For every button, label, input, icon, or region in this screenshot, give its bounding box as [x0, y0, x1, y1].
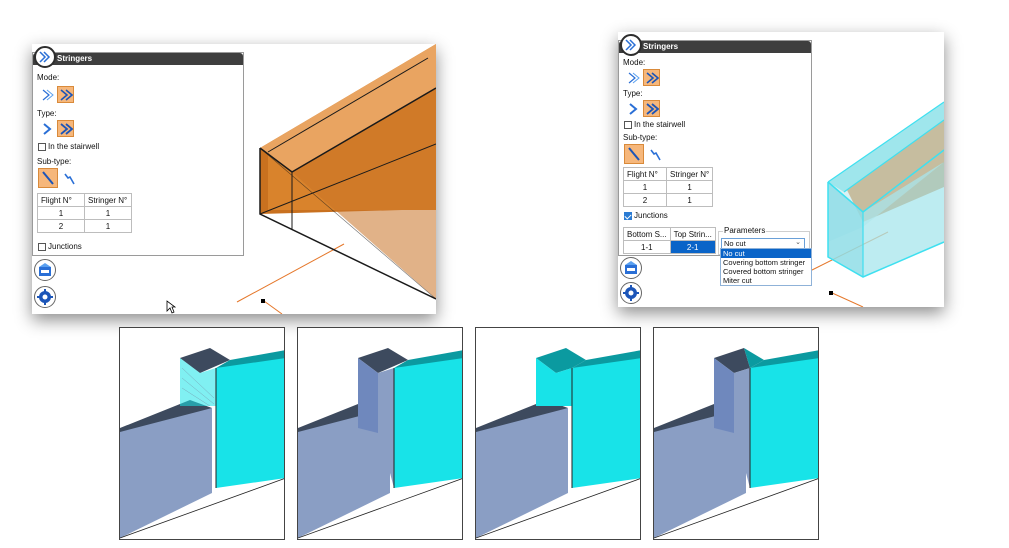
panel-title: Stringers: [33, 53, 243, 65]
table-row[interactable]: 2 1: [623, 193, 714, 207]
column-header-top-stringer: Top Strin...: [669, 227, 716, 241]
junctions-label: Junctions: [634, 211, 668, 220]
stairwell-label: In the stairwell: [634, 120, 686, 129]
stairwell-label: In the stairwell: [48, 142, 100, 151]
subtype-option-2-button[interactable]: [60, 170, 77, 187]
table-cell[interactable]: 1: [84, 206, 132, 220]
chevron-down-icon[interactable]: ⌄: [795, 238, 801, 246]
mode-icon: [59, 88, 73, 101]
left-screenshot: Stringers Mode: Type: In the stairwell S…: [32, 44, 436, 314]
view-button[interactable]: [34, 259, 56, 281]
subtype-icon: [628, 147, 640, 161]
view-icon: [39, 263, 51, 276]
flight-table: Flight N° Stringer N° 1 1 2 1: [37, 193, 132, 233]
type-option-1-button[interactable]: [38, 120, 55, 137]
cursor-icon: [166, 300, 176, 314]
subtype-label: Sub-type:: [623, 133, 658, 142]
type-icon: [42, 122, 52, 135]
stringers-panel: Stringers Mode: Type: In the stairwell S…: [618, 40, 812, 256]
right-screenshot: Stringers Mode: Type: In the stairwell S…: [618, 32, 944, 307]
junction-covered-image: [475, 327, 641, 540]
junction-miter-image: [653, 327, 819, 540]
gear-icon: [623, 285, 639, 301]
junctions-table: Bottom S... Top Strin... 1-1 2-1: [623, 227, 716, 254]
table-header-row: Flight N° Stringer N°: [37, 193, 132, 207]
table-cell[interactable]: 1: [665, 193, 714, 207]
dropdown-option[interactable]: Miter cut: [721, 276, 811, 285]
table-cell[interactable]: 2-1: [669, 240, 716, 254]
stairwell-checkbox[interactable]: [38, 143, 46, 151]
view-icon: [625, 261, 637, 274]
type-option-1-button[interactable]: [624, 100, 641, 117]
mode-icon: [628, 72, 640, 83]
mode-label: Mode:: [37, 73, 60, 82]
junction-no-cut-image: [119, 327, 285, 540]
parameters-label: Parameters: [723, 226, 767, 236]
column-header-flight: Flight N°: [623, 167, 667, 181]
stairwell-checkbox[interactable]: [624, 121, 632, 129]
junctions-checkbox[interactable]: [38, 243, 46, 251]
table-cell[interactable]: 1-1: [623, 240, 671, 254]
table-cell[interactable]: 1: [665, 180, 714, 194]
gear-icon: [37, 289, 53, 305]
table-row[interactable]: 1 1: [37, 206, 132, 220]
type-icon: [59, 122, 73, 135]
settings-button[interactable]: [620, 282, 642, 304]
subtype-option-1-button[interactable]: [624, 144, 644, 164]
junction-covering-image: [297, 327, 463, 540]
junctions-label: Junctions: [48, 242, 82, 251]
flight-table: Flight N° Stringer N° 1 1 2 1: [623, 167, 714, 207]
type-option-2-button[interactable]: [643, 100, 660, 117]
junctions-checkbox[interactable]: [624, 212, 632, 220]
mode-option-1-button[interactable]: [38, 86, 55, 103]
stringers-logo-icon[interactable]: [34, 46, 56, 68]
type-label: Type:: [37, 109, 57, 118]
type-option-2-button[interactable]: [57, 120, 74, 137]
subtype-option-2-button[interactable]: [646, 146, 663, 163]
stringers-logo-icon[interactable]: [620, 34, 642, 56]
subtype-icon: [42, 171, 54, 185]
mode-label: Mode:: [623, 58, 646, 67]
type-icon: [645, 102, 659, 115]
subtype-icon: [649, 149, 661, 160]
mode-option-1-button[interactable]: [624, 69, 641, 86]
mode-icon: [645, 71, 659, 84]
dropdown-option[interactable]: No cut: [721, 249, 811, 258]
table-cell[interactable]: 1: [37, 206, 85, 220]
table-header-row: Flight N° Stringer N°: [623, 167, 714, 181]
mode-icon: [42, 89, 54, 100]
parameters-dropdown-list: No cut Covering bottom stringer Covered …: [720, 248, 812, 286]
table-row[interactable]: 2 1: [37, 219, 132, 233]
column-header-stringer: Stringer N°: [665, 167, 714, 181]
panel-title: Stringers: [619, 41, 811, 53]
type-label: Type:: [623, 89, 643, 98]
subtype-option-1-button[interactable]: [38, 168, 58, 188]
table-cell[interactable]: 1: [84, 219, 132, 233]
table-cell[interactable]: 2: [623, 193, 667, 207]
table-header-row: Bottom S... Top Strin...: [623, 227, 716, 241]
table-cell[interactable]: 1: [623, 180, 667, 194]
stringers-panel: Stringers Mode: Type: In the stairwell S…: [32, 52, 244, 256]
column-header-stringer: Stringer N°: [84, 193, 132, 207]
subtype-icon: [63, 173, 75, 184]
column-header-flight: Flight N°: [37, 193, 85, 207]
view-button[interactable]: [620, 257, 642, 279]
dropdown-option[interactable]: Covering bottom stringer: [721, 258, 811, 267]
subtype-label: Sub-type:: [37, 157, 72, 166]
settings-button[interactable]: [34, 286, 56, 308]
mode-option-2-button[interactable]: [57, 86, 74, 103]
table-row[interactable]: 1-1 2-1: [623, 240, 716, 254]
dropdown-option[interactable]: Covered bottom stringer: [721, 267, 811, 276]
column-header-bottom-stringer: Bottom S...: [623, 227, 671, 241]
type-icon: [628, 102, 638, 115]
table-cell[interactable]: 2: [37, 219, 85, 233]
mode-option-2-button[interactable]: [643, 69, 660, 86]
table-row[interactable]: 1 1: [623, 180, 714, 194]
